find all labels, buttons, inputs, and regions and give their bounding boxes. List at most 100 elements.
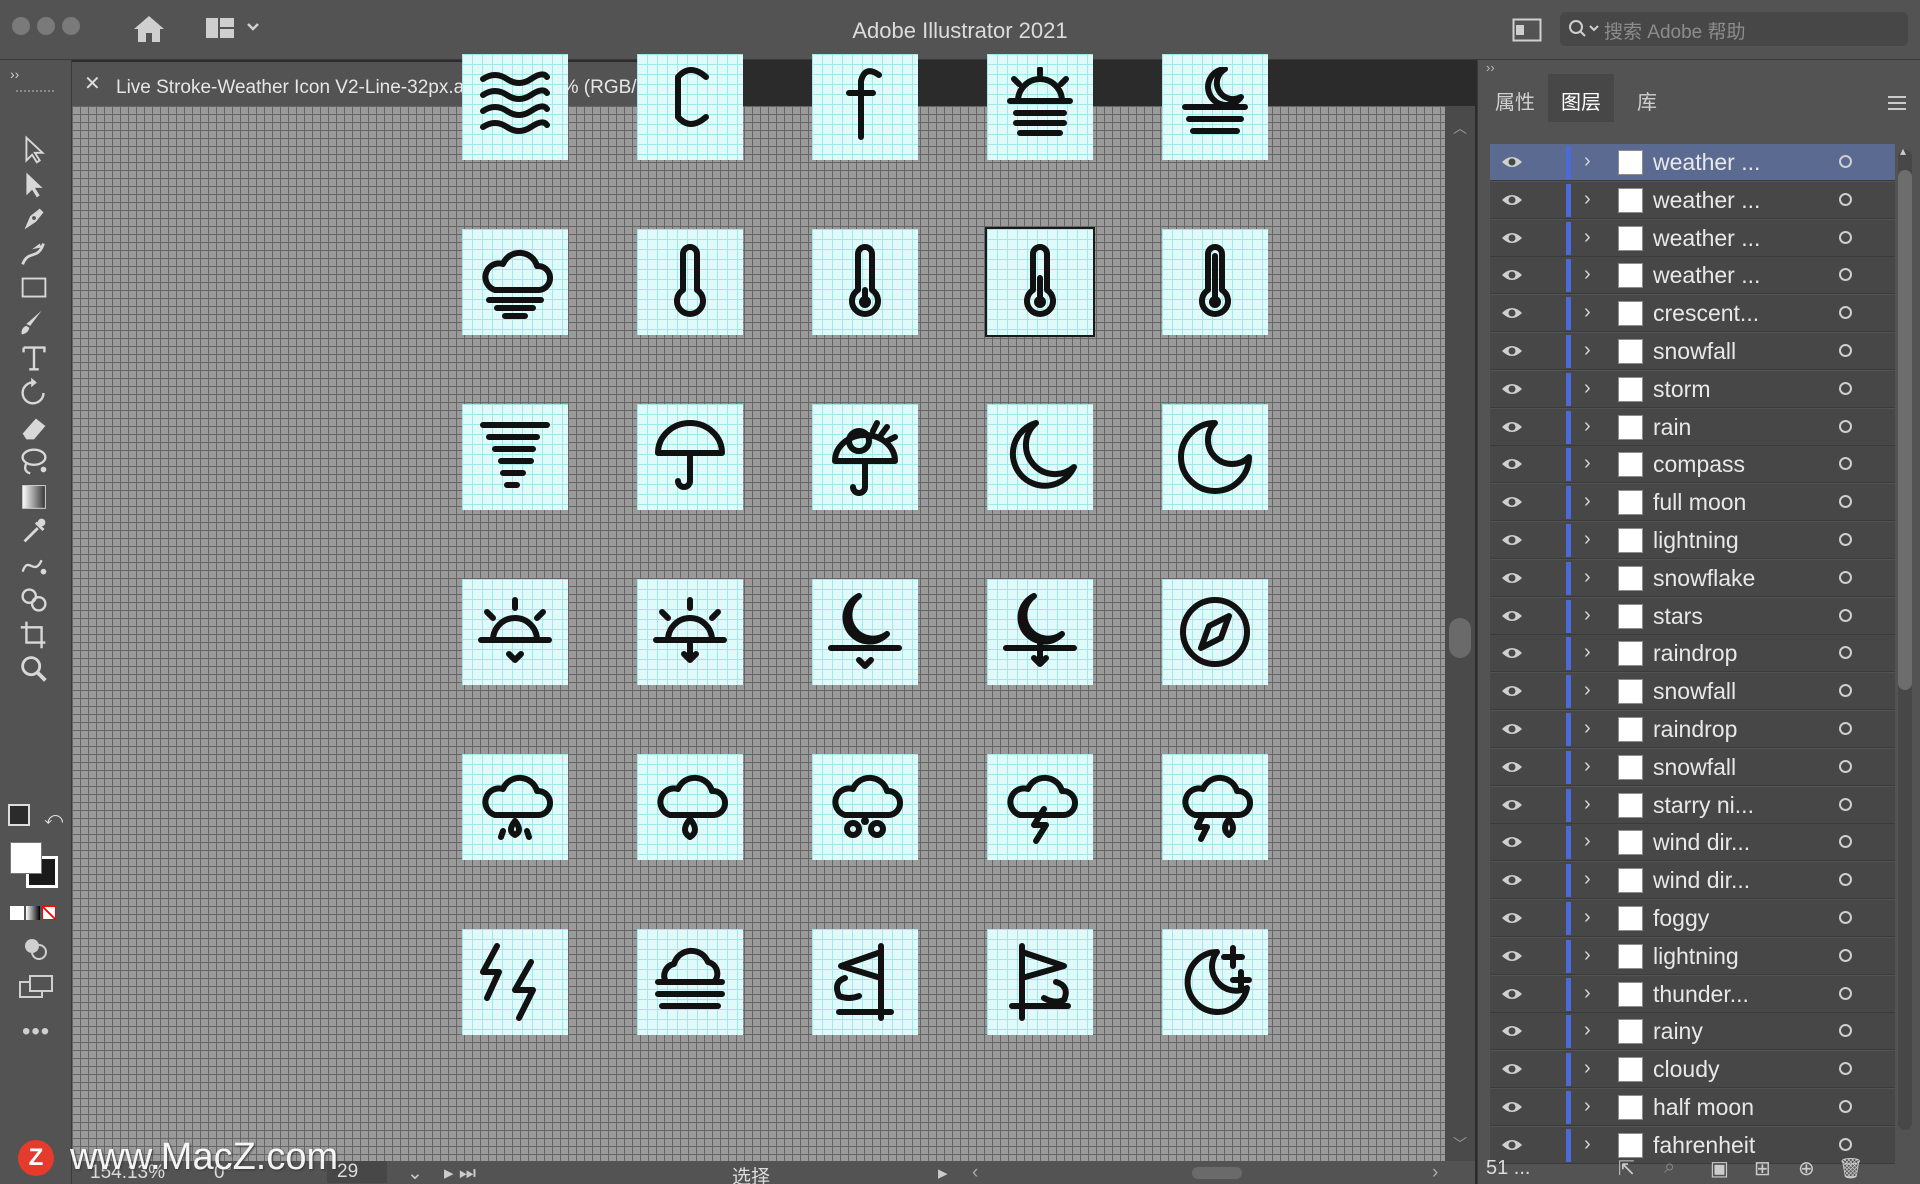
expand-chevron-icon[interactable]: ›: [1584, 944, 1591, 967]
gradient-tool[interactable]: [14, 478, 58, 514]
layer-name[interactable]: snowfall: [1653, 338, 1736, 365]
layer-name[interactable]: foggy: [1653, 905, 1709, 932]
visibility-eye-icon[interactable]: [1500, 832, 1524, 852]
eyedropper-tool[interactable]: [14, 513, 58, 549]
weather-icon-thermometer-empty[interactable]: [637, 229, 743, 335]
expand-chevron-icon[interactable]: ›: [1584, 263, 1591, 286]
visibility-eye-icon[interactable]: [1500, 190, 1524, 210]
weather-icon-cloud-lightning[interactable]: [987, 754, 1093, 860]
visibility-eye-icon[interactable]: [1500, 946, 1524, 966]
layer-row[interactable]: › weather ...: [1490, 181, 1895, 219]
layer-name[interactable]: full moon: [1653, 489, 1746, 516]
expand-chevron-icon[interactable]: ›: [1584, 1019, 1591, 1042]
weather-icon-cloud-drizzle[interactable]: [462, 754, 568, 860]
visibility-eye-icon[interactable]: [1500, 870, 1524, 890]
arrange-documents-icon[interactable]: [1512, 18, 1542, 42]
rotate-tool[interactable]: [14, 374, 58, 410]
layer-row[interactable]: › half moon: [1490, 1089, 1895, 1126]
type-tool[interactable]: [14, 340, 58, 376]
expand-chevron-icon[interactable]: ›: [1584, 830, 1591, 853]
layer-row[interactable]: › wind dir...: [1490, 824, 1895, 862]
expand-chevron-icon[interactable]: ›: [1584, 1095, 1591, 1118]
visibility-eye-icon[interactable]: [1500, 681, 1524, 701]
layer-name[interactable]: snowflake: [1653, 565, 1755, 592]
layer-row[interactable]: › weather ...: [1490, 219, 1895, 257]
expand-chevron-icon[interactable]: ›: [1584, 301, 1591, 324]
layer-target-icon[interactable]: [1839, 759, 1852, 773]
visibility-eye-icon[interactable]: [1500, 984, 1524, 1004]
artboard-tool[interactable]: [14, 616, 58, 652]
weather-icon-thermometer-mid[interactable]: [985, 227, 1095, 337]
direct-selection-tool[interactable]: [14, 167, 58, 203]
weather-icon-cloud-snow[interactable]: [812, 754, 918, 860]
expand-chevron-icon[interactable]: ›: [1584, 1057, 1591, 1080]
export-icon[interactable]: ⇱: [1618, 1156, 1635, 1181]
close-document-icon[interactable]: ✕: [84, 71, 101, 96]
layer-name[interactable]: cloudy: [1653, 1056, 1719, 1083]
layer-name[interactable]: rain: [1653, 414, 1691, 441]
default-colors-icon[interactable]: [8, 804, 30, 826]
layer-target-icon[interactable]: [1839, 192, 1852, 206]
zoom-tool[interactable]: [14, 651, 58, 687]
layer-name[interactable]: crescent...: [1653, 300, 1759, 327]
layer-name[interactable]: snowfall: [1653, 678, 1736, 705]
layer-row[interactable]: › wind dir...: [1490, 862, 1895, 900]
expand-chevron-icon[interactable]: ›: [1584, 490, 1591, 513]
weather-icon-celsius[interactable]: [637, 54, 743, 160]
collapse-panel-icon[interactable]: ››: [10, 66, 19, 82]
lasso-tool[interactable]: [14, 443, 58, 479]
panel-collapse-bar[interactable]: ››: [1478, 60, 1920, 75]
expand-chevron-icon[interactable]: ›: [1584, 415, 1591, 438]
locate-object-icon[interactable]: ⌕: [1664, 1156, 1675, 1179]
layer-target-icon[interactable]: [1839, 381, 1852, 395]
layer-target-icon[interactable]: [1839, 495, 1852, 509]
visibility-eye-icon[interactable]: [1500, 643, 1524, 663]
visibility-eye-icon[interactable]: [1500, 228, 1524, 248]
layer-name[interactable]: raindrop: [1653, 640, 1737, 667]
canvas-vertical-scrollbar[interactable]: ︿ ﹀: [1445, 106, 1475, 1161]
layer-row[interactable]: › raindrop: [1490, 635, 1895, 673]
layer-target-icon[interactable]: [1839, 722, 1852, 735]
layer-row[interactable]: › snowflake: [1490, 559, 1895, 597]
layer-name[interactable]: wind dir...: [1653, 829, 1750, 856]
weather-icon-moonset[interactable]: [987, 579, 1093, 685]
layer-name[interactable]: raindrop: [1653, 716, 1737, 743]
visibility-eye-icon[interactable]: [1500, 606, 1524, 626]
weather-icon-wind[interactable]: [462, 54, 568, 160]
layer-row[interactable]: › snowfall: [1490, 748, 1895, 786]
expand-chevron-icon[interactable]: ›: [1584, 717, 1591, 740]
layer-row[interactable]: › rainy: [1490, 1013, 1895, 1051]
visibility-eye-icon[interactable]: [1500, 265, 1524, 285]
screen-mode-icon[interactable]: [18, 974, 54, 1000]
layer-row[interactable]: › thunder...: [1490, 975, 1895, 1013]
status-menu-icon[interactable]: ▸: [938, 1162, 948, 1184]
tab-libraries[interactable]: 库: [1614, 76, 1680, 116]
expand-chevron-icon[interactable]: ›: [1584, 528, 1591, 551]
visibility-eye-icon[interactable]: [1500, 757, 1524, 777]
help-search-input[interactable]: 搜索 Adobe 帮助: [1560, 12, 1908, 46]
layer-target-icon[interactable]: [1839, 684, 1852, 698]
layer-target-icon[interactable]: [1839, 873, 1852, 887]
expand-chevron-icon[interactable]: ›: [1584, 641, 1591, 664]
layer-target-icon[interactable]: [1839, 268, 1852, 282]
layer-name[interactable]: weather ...: [1653, 262, 1760, 289]
layers-scroll-up-icon[interactable]: ▴: [1900, 144, 1906, 158]
layer-target-icon[interactable]: [1839, 155, 1852, 168]
layer-row[interactable]: › full moon: [1490, 484, 1895, 522]
scroll-up-icon[interactable]: ︿: [1453, 118, 1467, 138]
expand-chevron-icon[interactable]: ›: [1584, 150, 1591, 173]
layer-target-icon[interactable]: [1839, 1137, 1852, 1151]
layer-row[interactable]: › weather ...: [1490, 257, 1895, 295]
tab-properties[interactable]: 属性: [1482, 76, 1548, 116]
visibility-eye-icon[interactable]: [1500, 341, 1524, 361]
draw-mode-icon[interactable]: [22, 936, 50, 962]
visibility-eye-icon[interactable]: [1500, 454, 1524, 474]
weather-icon-fahrenheit[interactable]: [812, 54, 918, 160]
new-sublayer-icon[interactable]: ⊞: [1754, 1156, 1771, 1181]
visibility-eye-icon[interactable]: [1500, 1097, 1524, 1117]
layer-row[interactable]: › lightning: [1490, 937, 1895, 975]
expand-chevron-icon[interactable]: ›: [1584, 755, 1591, 778]
layer-target-icon[interactable]: [1839, 1062, 1852, 1076]
layer-row[interactable]: › foggy: [1490, 900, 1895, 937]
layer-target-icon[interactable]: [1839, 419, 1852, 433]
